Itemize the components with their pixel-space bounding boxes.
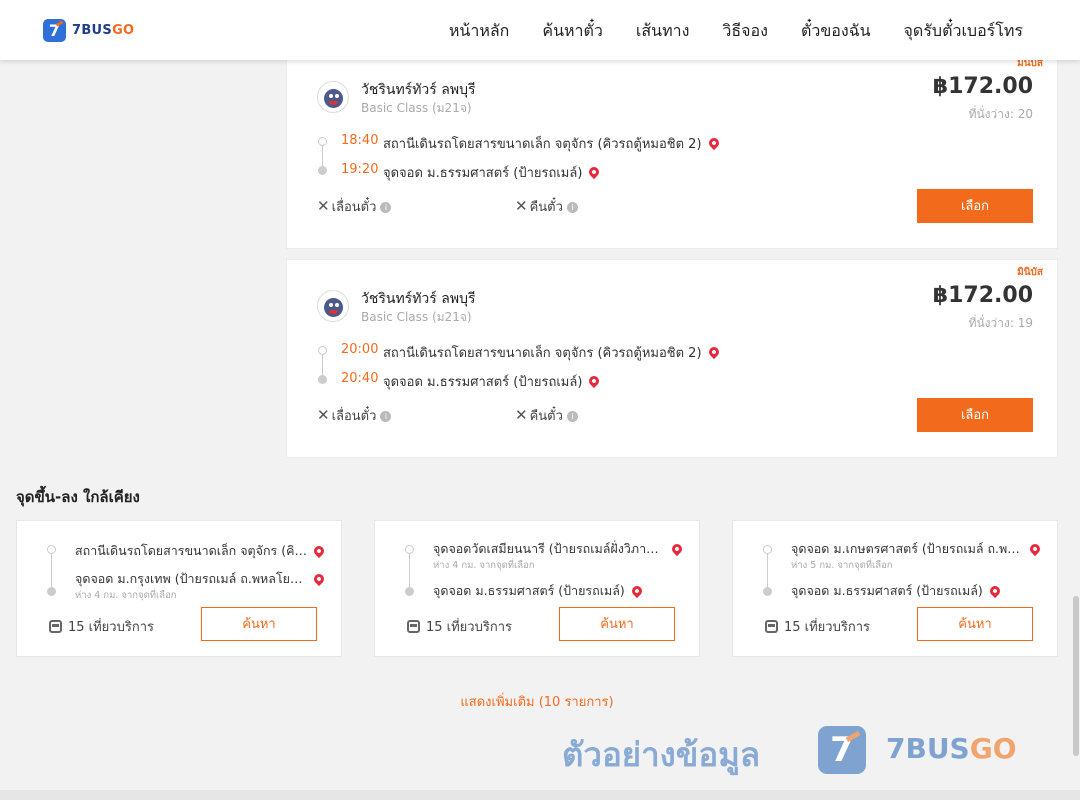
map-pin-icon[interactable] (987, 583, 1002, 599)
map-pin-icon[interactable] (706, 344, 721, 359)
arrive-station: จุดจอด ม.ธรรมศาสตร์ (ป้ายรถเมล์) (383, 162, 602, 183)
distance-note: ห่าง 4 กม. จากจุดที่เลือก (75, 590, 177, 601)
arrive-dot (318, 375, 327, 384)
x-icon: ✕ (317, 197, 330, 215)
bus-class: Basic Class (ม21จ) (361, 101, 472, 115)
map-pin-icon[interactable] (629, 583, 644, 599)
nav-search-ticket[interactable]: ค้นหาตั๋ว (542, 19, 603, 44)
to-dot (405, 587, 414, 596)
trip-count: 15 เที่ยวบริการ (407, 616, 512, 637)
nearby-route-card: จุดจอดวัดเสมียนนารี (ป้ายรถเมล์ฝั่งวิภาว… (374, 520, 700, 657)
operator-logo (317, 81, 349, 113)
nav-home[interactable]: หน้าหลัก (449, 19, 510, 44)
from-stop: สถานีเดินรถโดยสารขนาดเล็ก จตุจักร (คิวรถ… (75, 541, 333, 561)
change-ticket-option[interactable]: ✕ เลื่อนตั๋ว i (317, 196, 392, 217)
operator-logo (317, 290, 349, 322)
depart-time: 20:00 (341, 342, 379, 357)
bus-class: Basic Class (ม21จ) (361, 310, 472, 324)
logo-text: 7BUSGO (72, 23, 135, 38)
scrollbar-thumb[interactable] (1073, 596, 1079, 756)
from-dot (763, 545, 772, 554)
trip-card: มินิบัส วัชรินทร์ทัวร์ ลพบุรี Basic Clas… (286, 40, 1058, 249)
to-stop: จุดจอด ม.ธรรมศาสตร์ (ป้ายรถเมล์) (433, 581, 691, 601)
bus-icon (765, 620, 778, 633)
info-icon[interactable]: i (566, 411, 578, 422)
route-line (409, 554, 410, 588)
trip-card: มินิบัส วัชรินทร์ทัวร์ ลพบุรี Basic Clas… (286, 259, 1058, 458)
map-pin-icon[interactable] (669, 541, 685, 557)
show-more-link[interactable]: แสดงเพิ่มเติม (10 รายการ) (0, 691, 1074, 712)
bus-icon (407, 620, 420, 633)
trip-price: ฿172.00 (932, 74, 1033, 99)
arrive-station: จุดจอด ม.ธรรมศาสตร์ (ป้ายรถเมล์) (383, 371, 602, 392)
trip-count: 15 เที่ยวบริการ (49, 616, 154, 637)
nav-how-to-book[interactable]: วิธีจอง (722, 19, 768, 44)
search-route-button[interactable]: ค้นหา (917, 607, 1033, 641)
from-dot (47, 545, 56, 554)
to-stop: จุดจอด ม.กรุงเทพ (ป้ายรถเมล์ ถ.พหลโยธิน) (75, 569, 333, 589)
arrive-time: 19:20 (341, 162, 379, 177)
sample-data-watermark: ตัวอย่างข้อมูล (562, 735, 761, 774)
map-pin-icon[interactable] (1027, 541, 1043, 557)
distance-note: ห่าง 4 กม. จากจุดที่เลือก (433, 560, 535, 571)
seats-available: ที่นั่งว่าง: 19 (968, 316, 1033, 330)
watermark-logo-icon: 7 (818, 726, 866, 774)
nearby-route-card: สถานีเดินรถโดยสารขนาดเล็ก จตุจักร (คิวรถ… (16, 520, 342, 657)
refund-ticket-option[interactable]: ✕ คืนตั๋ว i (515, 196, 578, 217)
main-nav: หน้าหลัก ค้นหาตั๋ว เส้นทาง วิธีจอง ตั๋วข… (449, 19, 1023, 44)
to-stop: จุดจอด ม.ธรรมศาสตร์ (ป้ายรถเมล์) (791, 581, 1049, 601)
depart-dot (318, 346, 327, 355)
search-route-button[interactable]: ค้นหา (201, 607, 317, 641)
trip-price: ฿172.00 (932, 283, 1033, 308)
nav-my-tickets[interactable]: ตั๋วของฉัน (801, 19, 871, 44)
minibus-badge: มินิบัส (1017, 267, 1043, 278)
arrive-time: 20:40 (341, 371, 379, 386)
x-icon: ✕ (515, 197, 528, 215)
to-dot (763, 587, 772, 596)
route-line (51, 554, 52, 588)
to-dot (47, 587, 56, 596)
timeline-line (322, 146, 323, 166)
timeline-line (322, 355, 323, 375)
x-icon: ✕ (515, 406, 528, 424)
info-icon[interactable]: i (566, 202, 578, 213)
map-pin-icon[interactable] (587, 164, 602, 179)
distance-note: ห่าง 5 กม. จากจุดที่เลือก (791, 560, 893, 571)
from-stop: จุดจอดวัดเสมียนนารี (ป้ายรถเมล์ฝั่งวิภาว… (433, 539, 691, 559)
depart-station: สถานีเดินรถโดยสารขนาดเล็ก จตุจักร (คิวรถ… (383, 133, 721, 154)
depart-dot (318, 137, 327, 146)
map-pin-icon[interactable] (311, 571, 327, 587)
info-icon[interactable]: i (380, 202, 392, 213)
map-pin-icon[interactable] (311, 543, 327, 559)
bus-icon (49, 620, 62, 633)
map-pin-icon[interactable] (587, 373, 602, 388)
from-dot (405, 545, 414, 554)
change-ticket-option[interactable]: ✕ เลื่อนตั๋ว i (317, 405, 392, 426)
from-stop: จุดจอด ม.เกษตรศาสตร์ (ป้ายรถเมล์ ถ.พหลโย… (791, 539, 1049, 559)
nav-ticket-pickup-phone[interactable]: จุดรับตั๋วเบอร์โทร (904, 19, 1023, 44)
arrive-dot (318, 166, 327, 175)
watermark-brand: 7BUSGO (886, 732, 1017, 765)
site-logo[interactable]: 7 7BUSGO (43, 19, 134, 42)
select-trip-button[interactable]: เลือก (917, 398, 1033, 432)
route-line (767, 554, 768, 588)
nav-routes[interactable]: เส้นทาง (636, 19, 690, 44)
info-icon[interactable]: i (380, 411, 392, 422)
seats-available: ที่นั่งว่าง: 20 (968, 107, 1033, 121)
operator-name: วัชรินทร์ทัวร์ ลพบุรี (361, 82, 476, 98)
trip-count: 15 เที่ยวบริการ (765, 616, 870, 637)
map-pin-icon[interactable] (706, 135, 721, 150)
search-route-button[interactable]: ค้นหา (559, 607, 675, 641)
operator-name: วัชรินทร์ทัวร์ ลพบุรี (361, 291, 476, 307)
top-header: 7 7BUSGO หน้าหลัก ค้นหาตั๋ว เส้นทาง วิธี… (0, 0, 1080, 60)
nearby-stops-title: จุดขึ้น-ลง ใกล้เคียง (16, 488, 140, 506)
depart-time: 18:40 (341, 133, 379, 148)
footer-edge (0, 790, 1080, 800)
select-trip-button[interactable]: เลือก (917, 189, 1033, 223)
refund-ticket-option[interactable]: ✕ คืนตั๋ว i (515, 405, 578, 426)
depart-station: สถานีเดินรถโดยสารขนาดเล็ก จตุจักร (คิวรถ… (383, 342, 721, 363)
nearby-route-card: จุดจอด ม.เกษตรศาสตร์ (ป้ายรถเมล์ ถ.พหลโย… (732, 520, 1058, 657)
logo-icon: 7 (43, 19, 66, 42)
x-icon: ✕ (317, 406, 330, 424)
